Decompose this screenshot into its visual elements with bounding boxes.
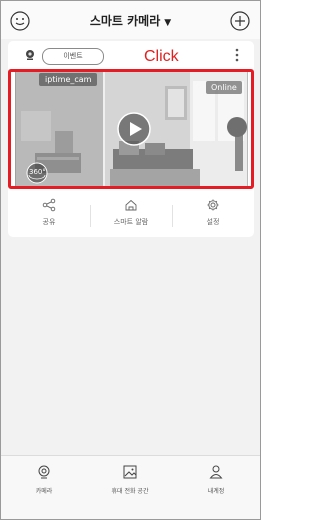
view-360-label: 360° (29, 168, 46, 176)
status-badge: Online (206, 81, 242, 94)
view-360-badge: 360° (25, 161, 49, 185)
nav-camera[interactable]: 카메라 (1, 464, 87, 495)
camera-name-label: iptime_cam (39, 73, 98, 86)
nav-phone-space[interactable]: 휴대 전화 공간 (87, 464, 173, 495)
card-actions: 공유 스마트 알람 설정 (8, 193, 254, 237)
settings-button[interactable]: 설정 (172, 193, 254, 237)
title-dropdown[interactable]: 스마트 카메라 ▼ (1, 12, 260, 29)
share-button[interactable]: 공유 (8, 193, 90, 237)
nav-account[interactable]: 내계정 (173, 464, 259, 495)
share-label: 공유 (42, 218, 56, 226)
chevron-down-icon: ▼ (164, 18, 172, 28)
nav-phone-space-label: 휴대 전화 공간 (111, 488, 149, 495)
gear-icon (207, 199, 219, 211)
smart-alarm-label: 스마트 알람 (113, 218, 149, 226)
share-icon (42, 198, 56, 212)
top-bar: 스마트 카메라 ▼ (1, 1, 260, 39)
smart-alarm-button[interactable]: 스마트 알람 (90, 193, 172, 237)
gallery-icon (123, 465, 137, 479)
bottom-navigation: 카메라 휴대 전화 공간 내계정 (1, 455, 260, 519)
camera-status-icon (26, 50, 34, 60)
click-annotation: Click (144, 48, 179, 65)
nav-camera-label: 카메라 (35, 488, 53, 495)
add-icon[interactable] (229, 10, 251, 32)
nav-account-label: 내계정 (207, 488, 225, 495)
event-button[interactable]: 이벤트 (42, 48, 104, 65)
home-icon (125, 199, 137, 211)
page-title: 스마트 카메라 (89, 14, 161, 28)
play-icon[interactable] (116, 111, 152, 147)
account-icon (209, 465, 223, 479)
settings-label: 설정 (206, 218, 220, 226)
camera-icon (38, 465, 50, 479)
app-frame: 스마트 카메라 ▼ 이벤트 Click iptime_cam Online 36… (0, 0, 261, 520)
more-options-icon[interactable] (234, 47, 240, 63)
card-toolbar: 이벤트 Click (8, 41, 254, 69)
